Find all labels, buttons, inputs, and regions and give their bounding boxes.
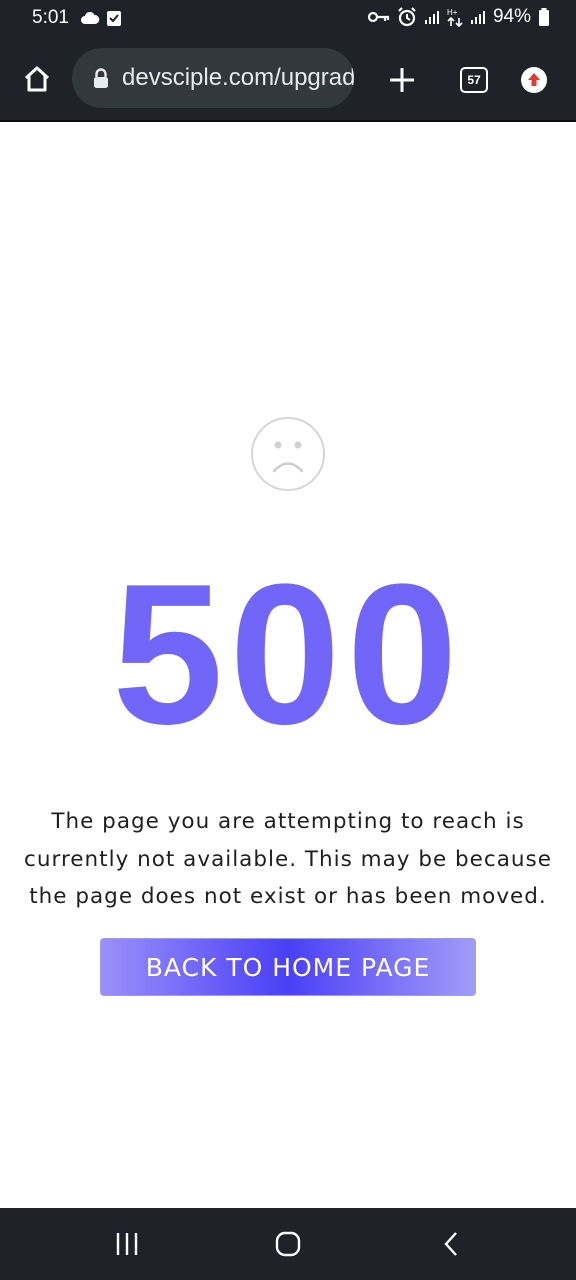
nav-back-button[interactable] [426,1226,476,1262]
home-circle-icon [275,1231,301,1257]
status-left-icons [80,9,122,27]
battery-icon [539,8,549,26]
plus-icon [390,68,414,92]
error-message: The page you are attempting to reach is … [24,809,552,909]
error-code: 500 [112,543,464,766]
nav-home-button[interactable] [263,1226,313,1262]
alarm-icon [398,7,416,27]
cloud-icon [81,11,100,24]
status-bar: 5:01 H+ 94% [0,0,576,38]
home-button[interactable] [16,58,58,100]
status-right-icons: H+ 94% [367,6,550,28]
new-tab-button[interactable] [380,58,424,102]
data-arrows-icon: H+ [447,8,463,27]
svg-text:H+: H+ [447,8,458,17]
navigation-bar [0,1208,576,1280]
update-arrow-icon [521,67,547,93]
key-icon [367,11,390,23]
browser-toolbar: devsciple.com/upgrade 57 [0,38,576,122]
signal-icon [424,11,439,24]
recent-apps-icon [116,1233,138,1255]
sad-face-icon [250,416,326,492]
recent-apps-button[interactable] [102,1226,152,1262]
url-text: devsciple.com/upgrade [122,64,354,91]
home-icon [24,66,50,92]
status-time: 5:01 [32,7,69,28]
update-button[interactable] [512,58,556,102]
back-chevron-icon [444,1232,457,1256]
signal-icon [470,11,485,24]
tab-switcher-button[interactable]: 57 [452,58,496,102]
battery-percent: 94% [492,6,531,27]
back-to-home-button[interactable]: BACK TO HOME PAGE [100,938,476,996]
check-box-icon [107,11,121,26]
url-bar[interactable]: devsciple.com/upgrade [72,48,354,108]
lock-icon [92,67,110,89]
tab-switcher-icon: 57 [460,67,488,93]
